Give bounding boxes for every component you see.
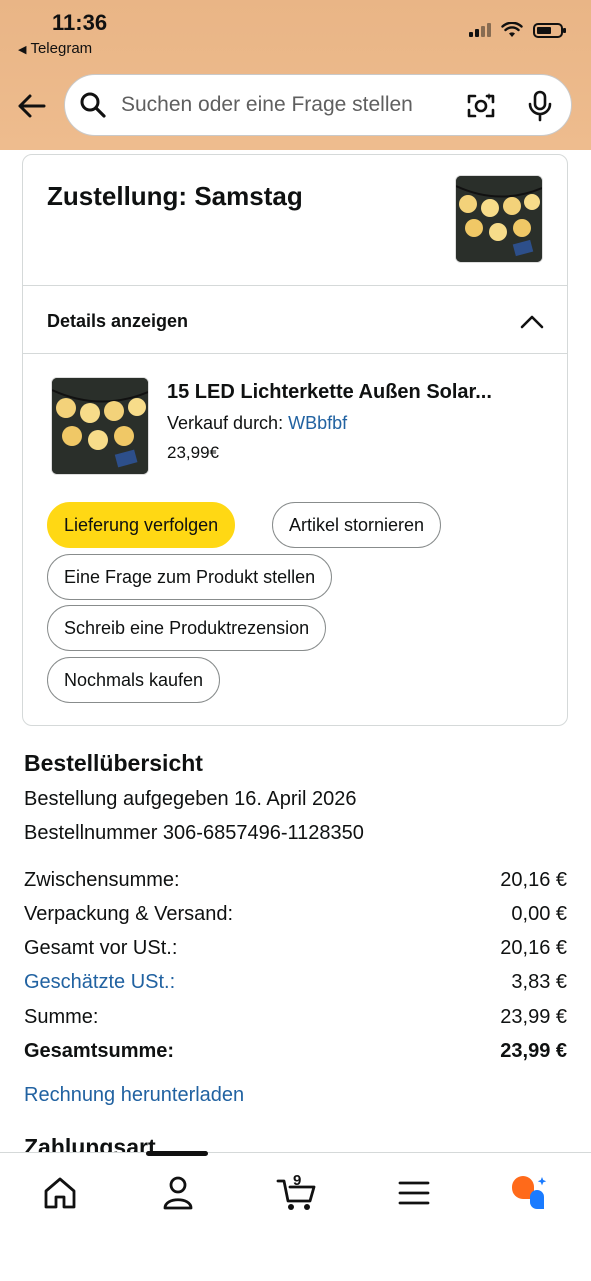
header: 11:36 ◀ Telegram <box>0 0 591 150</box>
ask-question-button[interactable]: Eine Frage zum Produkt stellen <box>47 554 333 600</box>
order-date: Bestellung aufgegeben 16. April 2026 <box>24 788 357 810</box>
delivery-card: Zustellung: Samstag Details anzeigen 15 … <box>22 154 568 726</box>
row-value: 0,00 € <box>511 903 567 925</box>
home-icon[interactable] <box>40 1173 80 1213</box>
row-label: Summe: <box>24 1006 99 1028</box>
chevron-up-icon[interactable] <box>519 309 545 335</box>
product-title[interactable]: 15 LED Lichterkette Außen Solar... <box>167 381 547 404</box>
seller-prefix: Verkauf durch: <box>167 413 284 433</box>
camera-search-icon[interactable] <box>465 90 497 122</box>
delivery-title: Zustellung: Samstag <box>47 181 303 211</box>
system-status-icons <box>469 22 566 38</box>
active-tab-indicator <box>146 1151 208 1156</box>
row-label: Gesamt vor USt.: <box>24 937 178 959</box>
menu-icon[interactable] <box>394 1173 434 1213</box>
cancel-item-button[interactable]: Artikel stornieren <box>272 502 442 548</box>
buy-again-button[interactable]: Nochmals kaufen <box>47 657 221 703</box>
divider <box>23 353 567 354</box>
product-image[interactable] <box>51 377 149 475</box>
search-bar <box>64 74 572 136</box>
estimated-vat-link[interactable]: Geschätzte USt.: <box>24 971 175 994</box>
row-label: Gesamtsumme: <box>24 1040 175 1062</box>
row-value: 23,99 € <box>500 1040 567 1062</box>
summary-row: Verpackung & Versand: 0,00 € <box>24 903 567 926</box>
microphone-icon[interactable] <box>527 90 553 122</box>
cart-count-badge: 9 <box>293 1172 302 1189</box>
status-time: 11:36 <box>52 10 108 35</box>
search-icon <box>80 92 106 118</box>
summary-row: Geschätzte USt.: 3,83 € <box>24 971 567 994</box>
row-label: Zwischensumme: <box>24 869 180 891</box>
summary-row: Gesamt vor USt.: 20,16 € <box>24 937 567 960</box>
back-to-app-link[interactable]: ◀ Telegram <box>18 40 92 57</box>
product-thumbnail-small[interactable] <box>455 175 543 263</box>
summary-row: Zwischensumme: 20,16 € <box>24 869 567 892</box>
track-delivery-button[interactable]: Lieferung verfolgen <box>47 502 236 548</box>
order-summary-title: Bestellübersicht <box>24 750 203 776</box>
signal-icon <box>469 23 491 37</box>
details-toggle-label[interactable]: Details anzeigen <box>47 311 188 332</box>
row-label: Verpackung & Versand: <box>24 903 234 925</box>
back-app-label: Telegram <box>30 40 93 57</box>
row-value: 20,16 € <box>500 869 567 891</box>
order-number: Bestellnummer 306-6857496-1128350 <box>24 822 364 844</box>
search-input[interactable] <box>119 92 443 118</box>
grand-total-row: Gesamtsumme: 23,99 € <box>24 1040 567 1063</box>
summary-row: Summe: 23,99 € <box>24 1006 567 1029</box>
row-value: 20,16 € <box>500 937 567 959</box>
back-arrow-icon[interactable] <box>14 88 50 124</box>
back-triangle-icon: ◀ <box>18 44 27 56</box>
row-value: 3,83 € <box>511 971 567 993</box>
write-review-button[interactable]: Schreib eine Produktrezension <box>47 605 327 651</box>
divider <box>23 285 567 286</box>
account-icon[interactable] <box>158 1173 198 1213</box>
wifi-icon <box>501 22 523 37</box>
assistant-icon[interactable] <box>508 1173 552 1213</box>
row-value: 23,99 € <box>500 1006 567 1028</box>
seller-link[interactable]: WBbfbf <box>288 413 347 433</box>
payment-method-heading: Zahlungsart <box>24 1134 156 1152</box>
download-invoice-link[interactable]: Rechnung herunterladen <box>24 1084 244 1107</box>
battery-icon <box>533 22 566 38</box>
product-price: 23,99€ <box>167 443 219 462</box>
seller-line: Verkauf durch: WBbfbf <box>167 413 347 434</box>
